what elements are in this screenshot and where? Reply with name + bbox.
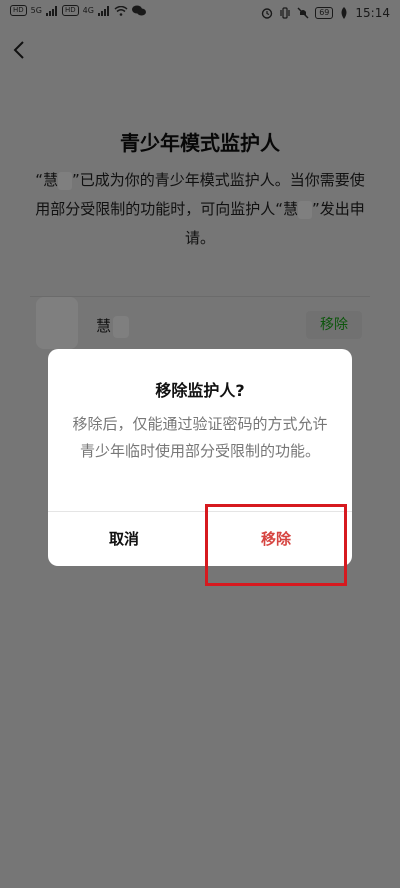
annotation-highlight-box [205, 504, 347, 586]
dialog-message: 移除后，仅能通过验证密码的方式允许青少年临时使用部分受限制的功能。 [72, 415, 328, 460]
dialog-title: 移除监护人? [155, 381, 245, 400]
cancel-button[interactable]: 取消 [48, 512, 200, 566]
